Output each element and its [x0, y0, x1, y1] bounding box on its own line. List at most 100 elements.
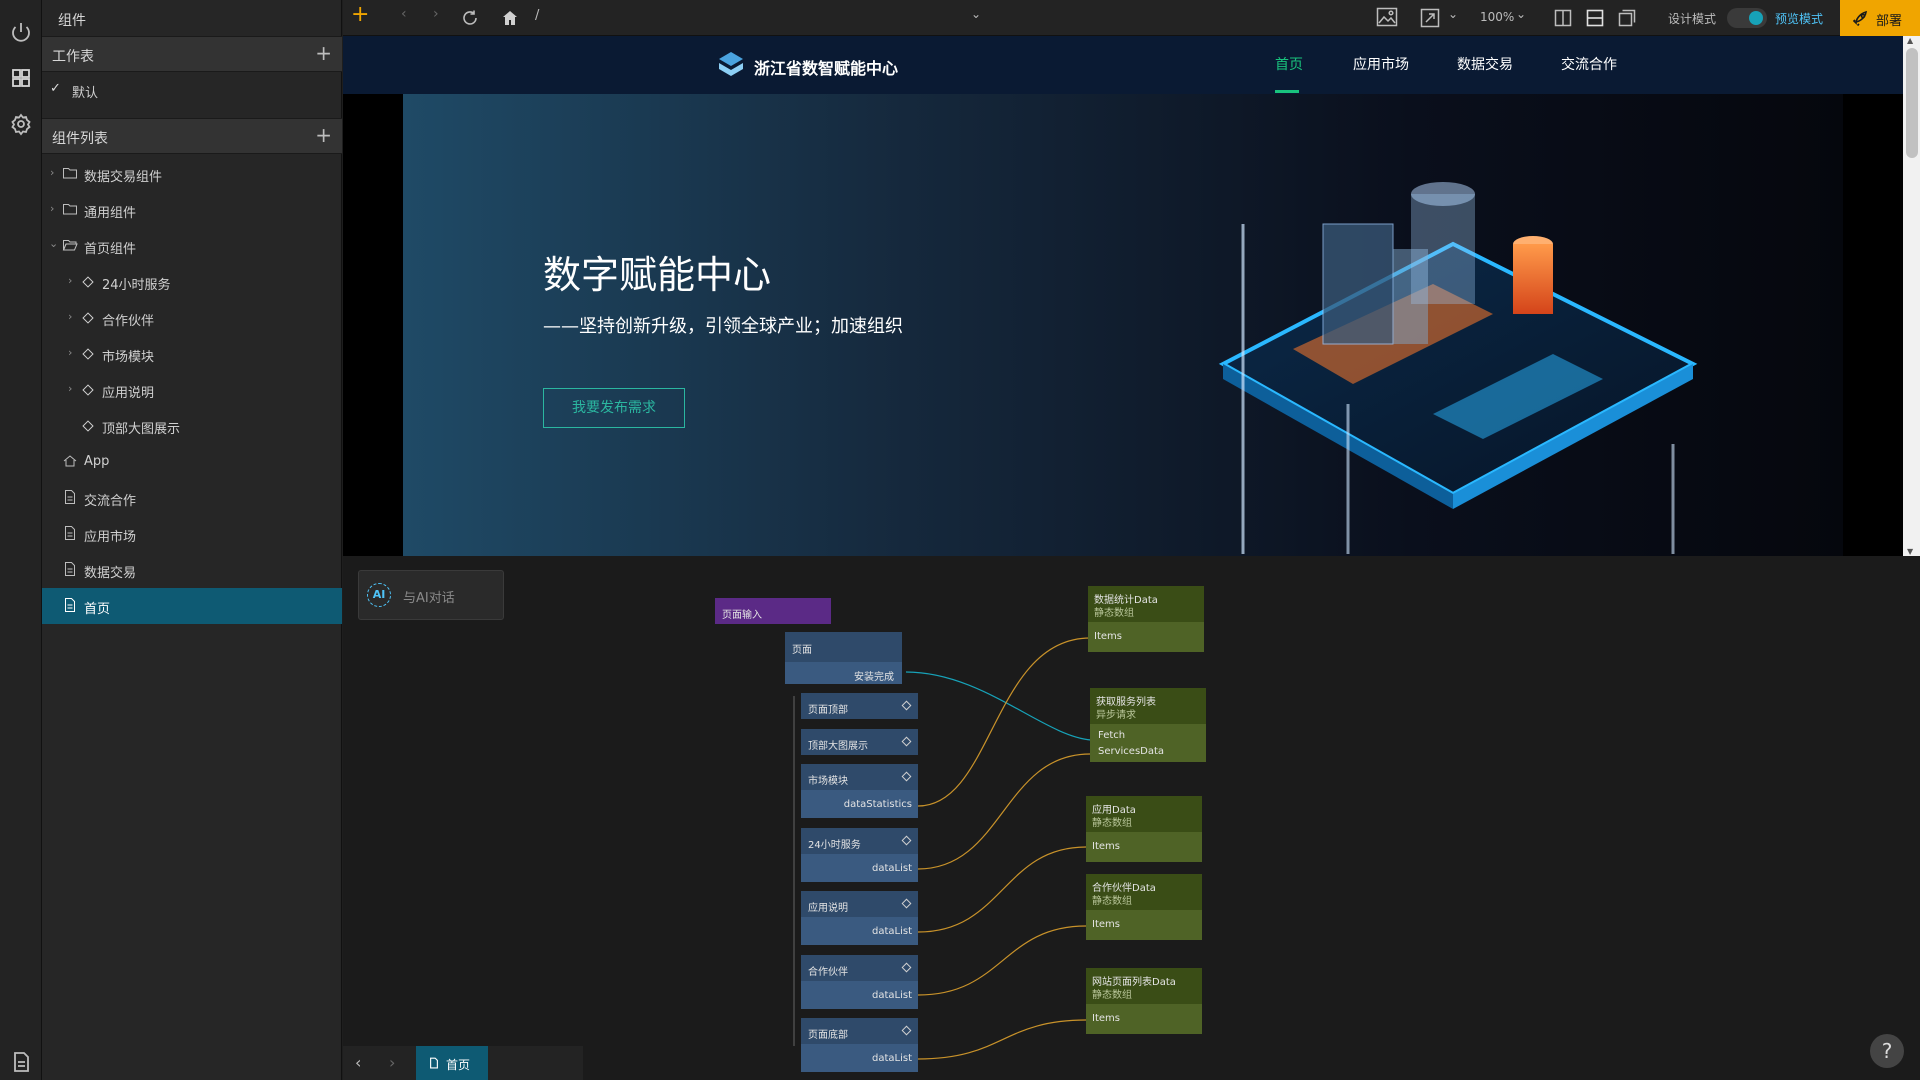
component-node-slot[interactable]: dataStatistics — [801, 790, 918, 818]
mode-toggle[interactable] — [1727, 8, 1767, 28]
site-nav-cooperation[interactable]: 交流合作 — [1561, 54, 1617, 74]
hero-subtitle: ——坚持创新升级，引领全球产业；加速组织 — [543, 316, 903, 337]
data-node[interactable]: 数据统计Data 静态数组 — [1088, 586, 1204, 622]
add-component-icon[interactable]: + — [315, 125, 332, 145]
settings-icon[interactable] — [9, 112, 33, 136]
scroll-up-icon[interactable]: ▲ — [1907, 36, 1913, 45]
data-node-slot[interactable]: Items — [1086, 910, 1202, 940]
window-icon[interactable] — [1618, 9, 1636, 27]
folder-icon — [63, 204, 77, 215]
node-title: 顶部大图展示 — [808, 741, 868, 752]
tab-home[interactable]: 首页 — [416, 1046, 488, 1080]
image-icon[interactable] — [1376, 7, 1398, 27]
tree-component-item[interactable]: › 合作伙伴 — [42, 300, 342, 336]
component-node[interactable]: 顶部大图展示 — [801, 729, 918, 755]
add-icon[interactable]: + — [351, 2, 369, 27]
tree-page[interactable]: 数据交易 — [42, 552, 342, 588]
power-icon[interactable] — [9, 20, 33, 44]
zoom-level[interactable]: 100% — [1480, 10, 1514, 24]
site-nav-home[interactable]: 首页 — [1275, 54, 1303, 74]
component-node-slot[interactable]: dataList — [801, 917, 918, 945]
next-tab-icon[interactable]: › — [389, 1053, 395, 1072]
data-node-slot[interactable]: Fetch ServicesData — [1090, 724, 1206, 762]
data-node[interactable]: 获取服务列表 异步请求 — [1090, 688, 1206, 724]
site-nav-market[interactable]: 应用市场 — [1353, 54, 1409, 74]
bottom-tab-bar: ‹ › 首页 — [343, 1046, 583, 1080]
document-icon[interactable] — [9, 1050, 33, 1074]
component-node[interactable]: 24小时服务 — [801, 828, 918, 854]
check-icon: ✓ — [50, 81, 61, 96]
tree-component-item[interactable]: › 市场模块 — [42, 336, 342, 372]
worksheet-section-header[interactable]: 工作表 + — [42, 36, 342, 72]
deploy-button[interactable]: 部署 — [1840, 0, 1920, 36]
data-node-slot[interactable]: Items — [1086, 1004, 1202, 1034]
tree-folder-open[interactable]: ⌄ 首页组件 — [42, 228, 342, 264]
slot-label: dataStatistics — [843, 799, 912, 810]
fullscreen-icon[interactable] — [1420, 8, 1440, 28]
components-icon[interactable] — [9, 66, 33, 90]
node-subtitle: 静态数组 — [1092, 990, 1132, 1001]
component-node[interactable]: 页面顶部 — [801, 693, 918, 719]
prev-tab-icon[interactable]: ‹ — [355, 1053, 361, 1072]
tree-component-item[interactable]: › 24小时服务 — [42, 264, 342, 300]
component-list-header[interactable]: 组件列表 + — [42, 118, 342, 154]
url-dropdown-icon[interactable]: ⌄ — [971, 7, 981, 21]
page-node-slot[interactable]: 安装完成 — [785, 662, 902, 684]
tree-component-item[interactable]: 顶部大图展示 — [42, 408, 342, 444]
url-path[interactable]: / — [535, 8, 539, 23]
node-title: 合作伙伴 — [808, 967, 848, 978]
page-input-node[interactable]: 页面输入 — [715, 598, 831, 624]
tree-folder[interactable]: › 通用组件 — [42, 192, 342, 228]
slot-label: Fetch — [1098, 730, 1126, 741]
data-node[interactable]: 网站页面列表Data 静态数组 — [1086, 968, 1202, 1004]
back-icon[interactable]: ‹ — [401, 6, 407, 22]
data-node-slot[interactable]: Items — [1088, 622, 1204, 652]
publish-request-button[interactable]: 我要发布需求 — [543, 388, 685, 428]
component-node[interactable]: 应用说明 — [801, 891, 918, 917]
forward-icon[interactable]: › — [433, 6, 439, 22]
ai-icon: AI — [367, 583, 391, 607]
page-icon — [65, 526, 75, 540]
ai-chat-button[interactable]: AI 与AI对话 — [358, 570, 504, 620]
component-node-slot[interactable]: dataList — [801, 854, 918, 882]
tree-folder[interactable]: › 数据交易组件 — [42, 156, 342, 192]
component-node[interactable]: 市场模块 — [801, 764, 918, 790]
zoom-dropdown-icon[interactable]: ⌄ — [1516, 7, 1526, 21]
tree-component-item[interactable]: › 应用说明 — [42, 372, 342, 408]
split-horizontal-icon[interactable] — [1586, 9, 1604, 27]
ai-chat-label: 与AI对话 — [403, 591, 455, 606]
slot-label: ServicesData — [1098, 746, 1165, 757]
tree-label: App — [84, 454, 110, 469]
component-node[interactable]: 合作伙伴 — [801, 955, 918, 981]
logic-canvas[interactable]: AI 与AI对话 页面输入 页面 安装完成 页面顶部 顶部大图展示 市场模块 d… — [343, 556, 1920, 1080]
component-node-slot[interactable]: dataList — [801, 1044, 918, 1072]
help-button[interactable]: ? — [1870, 1034, 1904, 1068]
chevron-right-icon: › — [50, 166, 55, 179]
split-vertical-icon[interactable] — [1554, 9, 1572, 27]
tree-page-active[interactable]: 首页 — [42, 588, 342, 624]
component-node[interactable]: 页面底部 — [801, 1018, 918, 1044]
tree-page[interactable]: 交流合作 — [42, 480, 342, 516]
site-nav-trade[interactable]: 数据交易 — [1457, 54, 1513, 74]
refresh-icon[interactable] — [461, 9, 479, 27]
worksheet-item-default[interactable]: ✓ 默认 — [42, 72, 342, 108]
data-node[interactable]: 应用Data 静态数组 — [1086, 796, 1202, 832]
preview-scrollbar[interactable]: ▲ ▼ — [1903, 36, 1920, 556]
page-node[interactable]: 页面 — [785, 632, 902, 662]
data-node[interactable]: 合作伙伴Data 静态数组 — [1086, 874, 1202, 910]
add-worksheet-icon[interactable]: + — [315, 43, 332, 63]
tree-page-app[interactable]: App — [42, 444, 342, 480]
node-title: 页面输入 — [722, 610, 762, 621]
worksheet-label: 工作表 — [52, 49, 94, 65]
home-icon[interactable] — [501, 9, 519, 27]
tab-label: 首页 — [446, 1058, 471, 1072]
scroll-down-icon[interactable]: ▼ — [1907, 547, 1913, 556]
tree-page[interactable]: 应用市场 — [42, 516, 342, 552]
fullscreen-dropdown-icon[interactable]: ⌄ — [1448, 7, 1458, 21]
component-node-slot[interactable]: dataList — [801, 981, 918, 1009]
data-node-slot[interactable]: Items — [1086, 832, 1202, 862]
slot-label: Items — [1092, 919, 1120, 930]
tree-label: 首页组件 — [84, 242, 137, 257]
preview-mode-label[interactable]: 预览模式 — [1775, 10, 1823, 27]
scroll-thumb[interactable] — [1906, 48, 1918, 158]
